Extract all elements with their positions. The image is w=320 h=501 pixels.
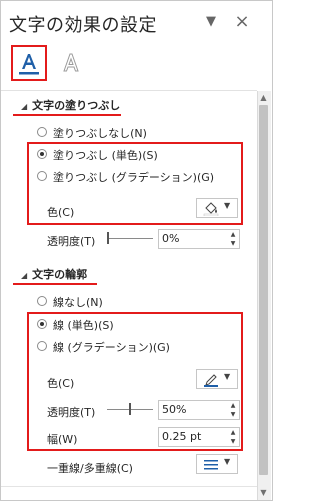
paint-bucket-icon [203, 202, 219, 216]
radio-label: 線 (単色)(S) [53, 319, 114, 332]
radio-label: 塗りつぶしなし(N) [53, 127, 147, 140]
scroll-down-button[interactable]: ▼ [257, 487, 270, 499]
slider-thumb[interactable] [129, 403, 131, 415]
collapse-triangle-icon: ◢ [21, 271, 28, 280]
spin-down-icon[interactable]: ▼ [228, 437, 238, 446]
annotation-underline [13, 114, 121, 116]
spin-up-icon[interactable]: ▲ [228, 428, 238, 437]
outline-color-picker-button[interactable]: ▼ [196, 369, 238, 389]
tab-text-fill-outline[interactable] [11, 45, 47, 81]
radio-button [37, 296, 47, 306]
outline-width-input[interactable]: ▲ ▼ [158, 427, 240, 447]
outline-transparency-label: 透明度(T) [47, 406, 96, 419]
chevron-down-icon: ▼ [224, 372, 231, 381]
section-title: 文字の輪郭 [32, 268, 88, 281]
radio-label: 線なし(N) [53, 296, 103, 309]
pen-color-icon [204, 374, 218, 387]
spin-up-icon[interactable]: ▲ [228, 401, 238, 410]
outline-width-label: 幅(W) [47, 433, 78, 446]
format-text-effects-pane: 文字の効果の設定 ▼ × ▲ ▼ ◢ 文字の塗りつぶし 塗りつぶしなし(N) 塗り… [0, 0, 273, 501]
slider-thumb[interactable] [107, 232, 109, 244]
radio-button-selected [37, 149, 47, 159]
scroll-up-button[interactable]: ▲ [257, 92, 270, 104]
divider [1, 486, 257, 487]
radio-button [37, 171, 47, 181]
fill-color-picker-button[interactable]: ▼ [196, 198, 238, 218]
collapse-triangle-icon: ◢ [21, 102, 28, 111]
text-fill-A-icon [19, 54, 39, 75]
radio-label: 塗りつぶし (単色)(S) [53, 149, 158, 162]
pane-title: 文字の効果の設定 [9, 15, 157, 36]
radio-button-selected [37, 319, 47, 329]
triangle-up-icon: ▲ [260, 93, 267, 102]
outline-transparency-input[interactable]: ▲ ▼ [158, 400, 240, 420]
chevron-down-icon: ▼ [206, 14, 216, 29]
fill-transparency-label: 透明度(T) [47, 235, 96, 248]
spin-down-icon[interactable]: ▼ [228, 410, 238, 419]
triangle-down-icon: ▼ [260, 488, 267, 497]
compound-type-dropdown[interactable]: ▼ [196, 454, 238, 474]
tab-text-effects[interactable] [59, 49, 83, 77]
outline-transparency-slider[interactable] [107, 403, 153, 415]
radio-button [37, 127, 47, 137]
section-title: 文字の塗りつぶし [32, 99, 121, 112]
scrollbar-thumb[interactable] [259, 105, 268, 475]
line-style-icon [204, 460, 218, 470]
fill-transparency-input[interactable]: ▲ ▼ [158, 229, 240, 249]
divider [1, 90, 257, 91]
radio-label: 塗りつぶし (グラデーション)(G) [53, 171, 215, 184]
radio-button [37, 341, 47, 351]
slider-track [107, 238, 153, 239]
outline-transparency-value[interactable] [162, 402, 224, 417]
spin-down-icon[interactable]: ▼ [228, 239, 238, 248]
chevron-down-icon: ▼ [224, 201, 231, 210]
chevron-down-icon: ▼ [224, 457, 231, 466]
text-outline-A-icon [63, 53, 79, 72]
spin-up-icon[interactable]: ▲ [228, 230, 238, 239]
section-header-text-outline[interactable]: ◢ 文字の輪郭 [21, 266, 87, 282]
outline-color-label: 色(C) [47, 377, 75, 390]
close-icon: × [234, 11, 250, 32]
fill-color-label: 色(C) [47, 206, 75, 219]
outline-width-value[interactable] [162, 429, 224, 444]
section-header-text-fill[interactable]: ◢ 文字の塗りつぶし [21, 97, 120, 113]
radio-label: 線 (グラデーション)(G) [53, 341, 170, 354]
fill-transparency-value[interactable] [162, 231, 224, 246]
pane-options-button[interactable]: ▼ [202, 13, 220, 31]
compound-type-label: 一重線/多重線(C) [47, 462, 133, 475]
close-pane-button[interactable]: × [233, 13, 251, 31]
fill-transparency-slider[interactable] [107, 232, 153, 244]
annotation-underline [13, 283, 97, 285]
